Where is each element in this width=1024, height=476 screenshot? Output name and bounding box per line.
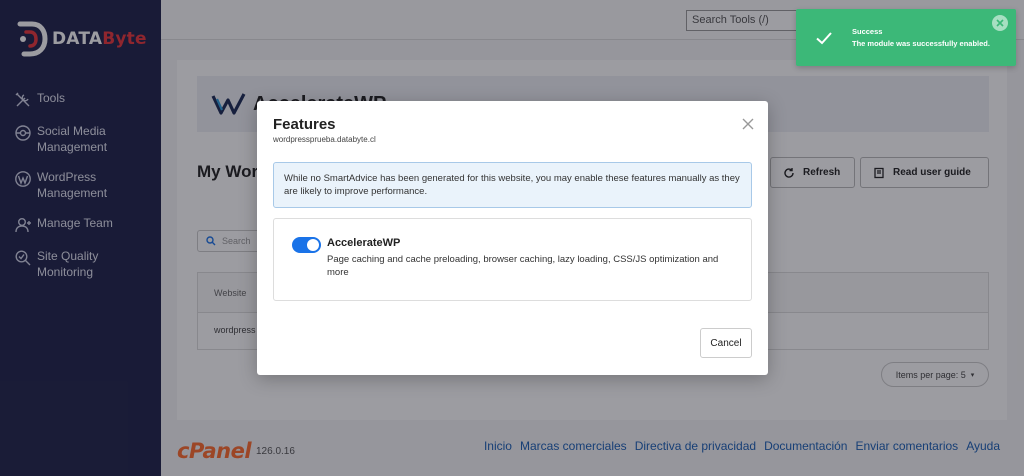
feature-description: Page caching and cache preloading, brows… [327,254,719,278]
toast-title: Success [852,27,883,36]
close-icon[interactable] [741,117,755,131]
features-modal: Features wordpressprueba.databyte.cl Whi… [257,101,768,375]
smartadvice-info-box: While no SmartAdvice has been generated … [273,162,752,208]
close-icon [996,19,1004,27]
toast-close-button[interactable] [992,15,1008,31]
success-toast: Success The module was successfully enab… [796,9,1016,66]
cancel-button[interactable]: Cancel [700,328,752,358]
toggle-knob [307,239,319,251]
feature-name: AccelerateWP [327,237,401,249]
modal-subtitle: wordpressprueba.databyte.cl [273,135,376,144]
feature-card-acceleratewp: AccelerateWP Page caching and cache prel… [273,218,752,301]
modal-title: Features [273,116,336,133]
check-icon [816,32,832,45]
acceleratewp-toggle[interactable] [292,237,321,253]
toast-message: The module was successfully enabled. [852,39,990,48]
